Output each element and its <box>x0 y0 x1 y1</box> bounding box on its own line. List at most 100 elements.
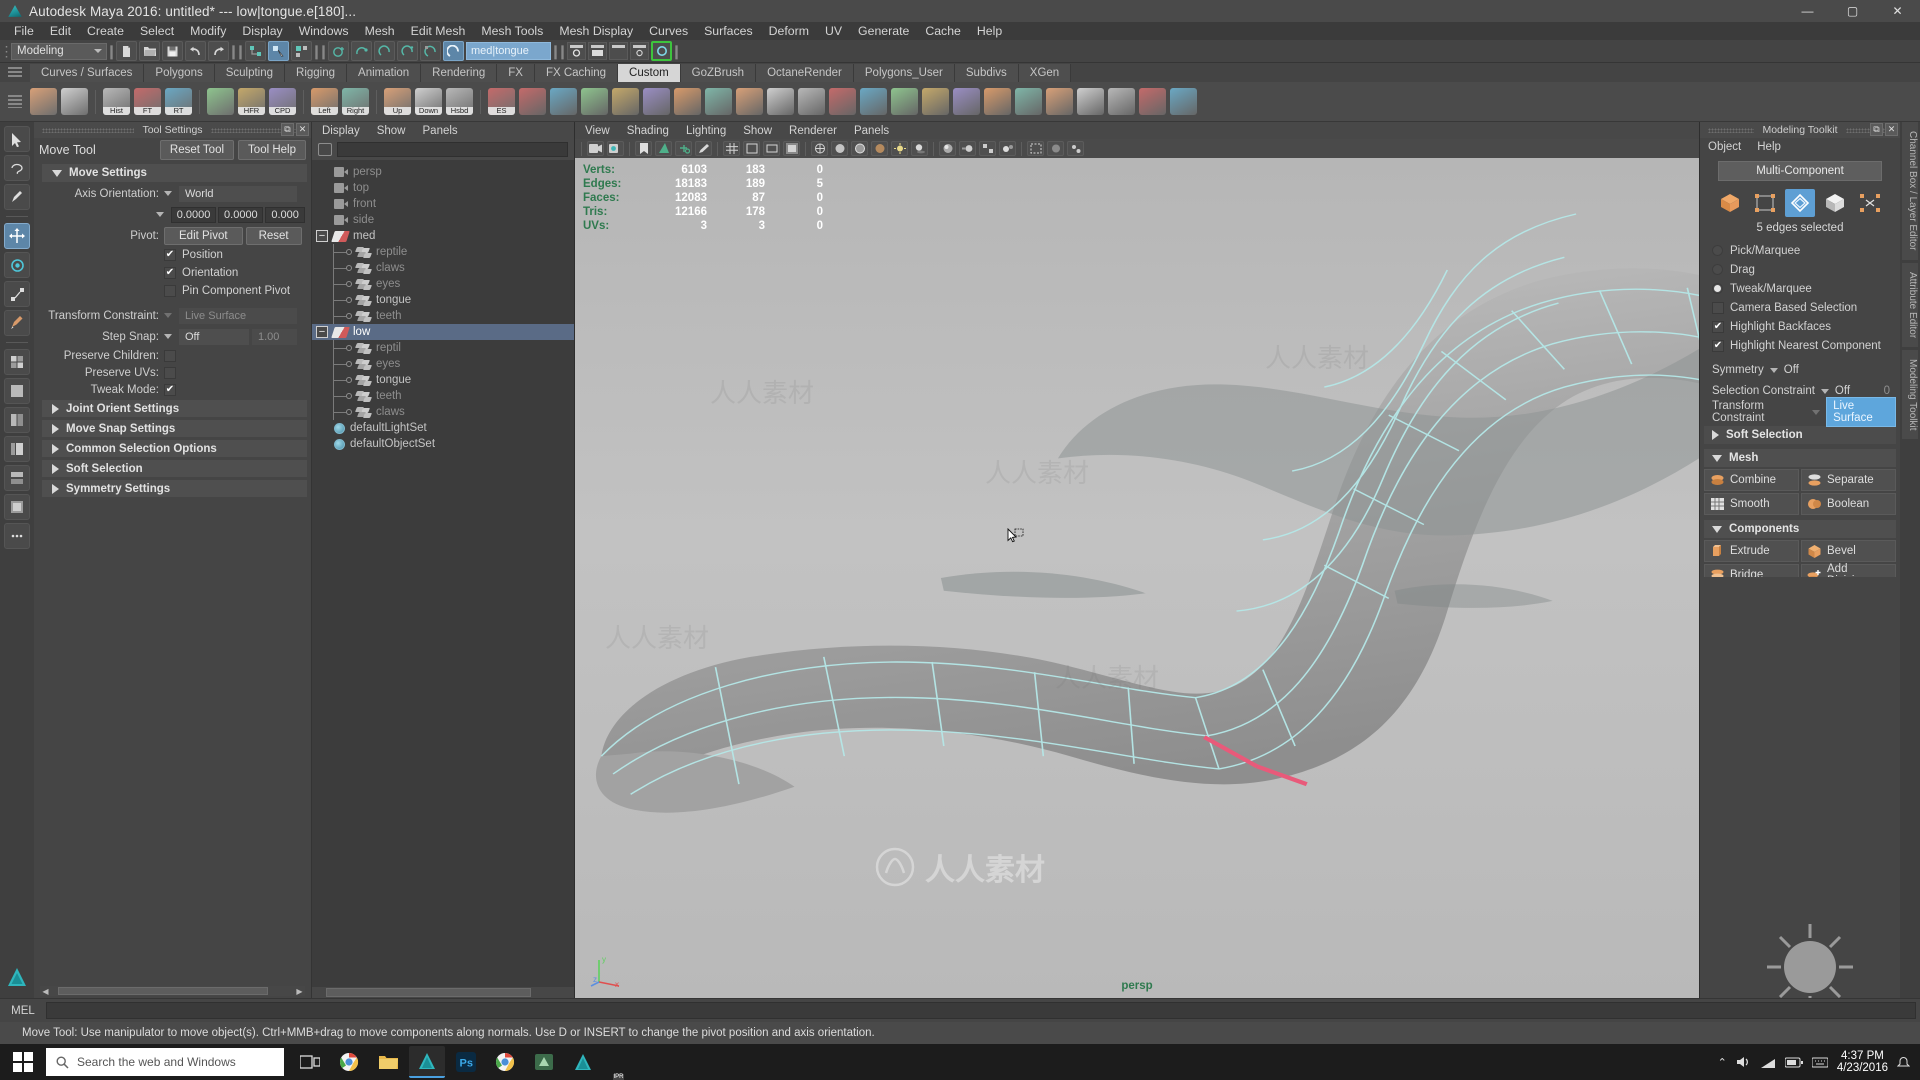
outliner-item-tongue[interactable]: tongue <box>312 292 574 308</box>
layout-more-button[interactable] <box>4 523 30 549</box>
down-shelf-button[interactable]: Down <box>415 88 442 115</box>
shelf-icon-extra-14[interactable] <box>953 88 980 115</box>
undock-icon[interactable]: ⧉ <box>281 123 294 136</box>
screen-space-ao-icon[interactable] <box>939 141 956 156</box>
vertical-tab-modeling-toolkit[interactable]: Modeling Toolkit <box>1902 349 1918 440</box>
isolate-select-icon[interactable] <box>1027 141 1044 156</box>
pin-component-pivot-checkbox[interactable] <box>164 285 176 297</box>
shelf-icon-extra-8[interactable] <box>767 88 794 115</box>
close-icon-2[interactable]: ✕ <box>1885 123 1898 136</box>
vertical-tab-attribute-editor[interactable]: Attribute Editor <box>1902 262 1918 347</box>
shelf-icon-extra-1[interactable] <box>550 88 577 115</box>
head2-shelf-icon[interactable] <box>207 88 234 115</box>
right-shelf-button[interactable]: Right <box>342 88 369 115</box>
maya2-icon[interactable] <box>565 1046 601 1078</box>
xray-joints-icon[interactable] <box>1067 141 1084 156</box>
photoshop-icon[interactable]: Ps <box>448 1046 484 1078</box>
outliner-item-defaultobjectset[interactable]: defaultObjectSet <box>312 436 574 452</box>
mesh-combine-button[interactable]: Combine <box>1704 469 1799 491</box>
mesh-section-header[interactable]: Mesh <box>1704 449 1896 467</box>
shelf-icon-extra-16[interactable] <box>1015 88 1042 115</box>
minimize-button[interactable]: — <box>1785 0 1830 22</box>
chevron-down-icon-4[interactable] <box>164 334 172 339</box>
outliner-item-teeth[interactable]: teeth <box>312 388 574 404</box>
menu-display[interactable]: Display <box>234 22 290 40</box>
lighting-icon[interactable] <box>891 141 908 156</box>
layout-persp-outliner-button[interactable] <box>4 494 30 520</box>
hfr-shelf-button[interactable]: HFR <box>238 88 265 115</box>
shelf-icon-extra-19[interactable] <box>1108 88 1135 115</box>
highlight-backfaces-checkbox[interactable]: ✔ <box>1712 320 1724 333</box>
grid-toggle-icon[interactable] <box>723 141 740 156</box>
menu-file[interactable]: File <box>6 22 42 40</box>
outliner-item-low[interactable]: − low <box>312 324 574 340</box>
menu-create[interactable]: Create <box>79 22 132 40</box>
highlight-nearest-component-checkbox[interactable]: ✔ <box>1712 339 1724 352</box>
mtk-transform-constraint-value[interactable]: Live Surface <box>1826 397 1896 427</box>
head-shelf-icon[interactable] <box>30 88 57 115</box>
last-tool-button[interactable] <box>4 310 30 336</box>
mel-label[interactable]: MEL <box>0 1005 46 1017</box>
tool-settings-section-joint-orient-settings[interactable]: Joint Orient Settings <box>42 400 307 417</box>
menu-modify[interactable]: Modify <box>182 22 234 40</box>
move-tool-button[interactable] <box>4 223 30 249</box>
shelf-tab-subdivs[interactable]: Subdivs <box>954 64 1019 82</box>
outliner-item-persp[interactable]: persp <box>312 164 574 180</box>
component-bridge-button[interactable]: Bridge <box>1704 564 1799 577</box>
outliner-item-side[interactable]: side <box>312 212 574 228</box>
viewport-canvas[interactable]: Verts: 6103 183 0 Edges: 18183 189 5 Faces: 12083… <box>575 158 1699 998</box>
close-button[interactable]: ✕ <box>1875 0 1920 22</box>
outliner-item-claws[interactable]: claws <box>312 404 574 420</box>
menu-mesh-tools[interactable]: Mesh Tools <box>473 22 551 40</box>
tweak-mode-checkbox[interactable]: ✔ <box>164 383 176 396</box>
shelf-icon-extra-12[interactable] <box>891 88 918 115</box>
edit-pivot-button[interactable]: Edit Pivot <box>164 226 243 245</box>
outliner-hscrollbar[interactable] <box>312 987 574 998</box>
render-sequence-button[interactable] <box>588 42 607 60</box>
tool-settings-section-common-selection-options[interactable]: Common Selection Options <box>42 440 307 457</box>
shelf-icon-extra-2[interactable] <box>581 88 608 115</box>
outliner-item-front[interactable]: front <box>312 196 574 212</box>
mtk-drag-dots[interactable] <box>1708 127 1755 133</box>
select-component-button[interactable] <box>291 41 312 61</box>
components-section-header[interactable]: Components <box>1704 520 1896 538</box>
shelf-tab-sculpting[interactable]: Sculpting <box>214 64 286 82</box>
depth-of-field-icon[interactable] <box>999 141 1016 156</box>
preserve-children-checkbox[interactable] <box>164 349 176 362</box>
shelf-icon-extra-20[interactable] <box>1139 88 1166 115</box>
layout-outliner-button[interactable] <box>4 436 30 462</box>
position-checkbox-row[interactable]: ✔ Position <box>164 247 223 263</box>
snap-projected-button[interactable] <box>397 41 418 61</box>
shelf-tab-fx-caching[interactable]: FX Caching <box>534 64 619 82</box>
select-hierarchy-button[interactable] <box>245 41 266 61</box>
pick-marquee-radio[interactable] <box>1712 245 1723 256</box>
outliner-item-top[interactable]: top <box>312 180 574 196</box>
viewport-menu-shading[interactable]: Shading <box>627 125 669 137</box>
shelf-tab-curves-surfaces[interactable]: Curves / Surfaces <box>30 64 145 82</box>
textured-icon[interactable] <box>871 141 888 156</box>
menu-deform[interactable]: Deform <box>761 22 817 40</box>
multi-component-button[interactable]: Multi-Component <box>1718 161 1882 181</box>
expand-collapse-icon[interactable]: − <box>316 230 328 242</box>
shelf-icon-extra-21[interactable] <box>1170 88 1197 115</box>
outliner-item-claws[interactable]: claws <box>312 260 574 276</box>
camera-attributes-icon[interactable] <box>607 141 624 156</box>
pick-marquee-row[interactable]: Pick/Marquee <box>1704 242 1896 259</box>
ipr-render-button[interactable]: IPR <box>609 42 628 1080</box>
orientation-checkbox[interactable]: ✔ <box>164 267 176 279</box>
orientation-checkbox-row[interactable]: ✔ Orientation <box>164 265 238 281</box>
maya-icon[interactable] <box>409 1046 445 1078</box>
mesh-smooth-button[interactable]: Smooth <box>1704 493 1799 515</box>
symmetry-value[interactable]: Off <box>1784 364 1799 376</box>
chevron-down-icon-2[interactable] <box>155 212 164 217</box>
rt-shelf-button[interactable]: RT <box>165 88 192 115</box>
shelf-tab-animation[interactable]: Animation <box>347 64 422 82</box>
expand-collapse-icon[interactable]: − <box>316 326 328 338</box>
close-icon[interactable]: ✕ <box>296 123 309 136</box>
bookmark-icon[interactable] <box>635 141 652 156</box>
wireframe-shading-icon[interactable] <box>811 141 828 156</box>
chrome-icon[interactable] <box>331 1046 367 1078</box>
step-snap-value[interactable]: Off <box>179 328 249 345</box>
shelf-tab-fx[interactable]: FX <box>497 64 535 82</box>
menu-edit-mesh[interactable]: Edit Mesh <box>403 22 474 40</box>
